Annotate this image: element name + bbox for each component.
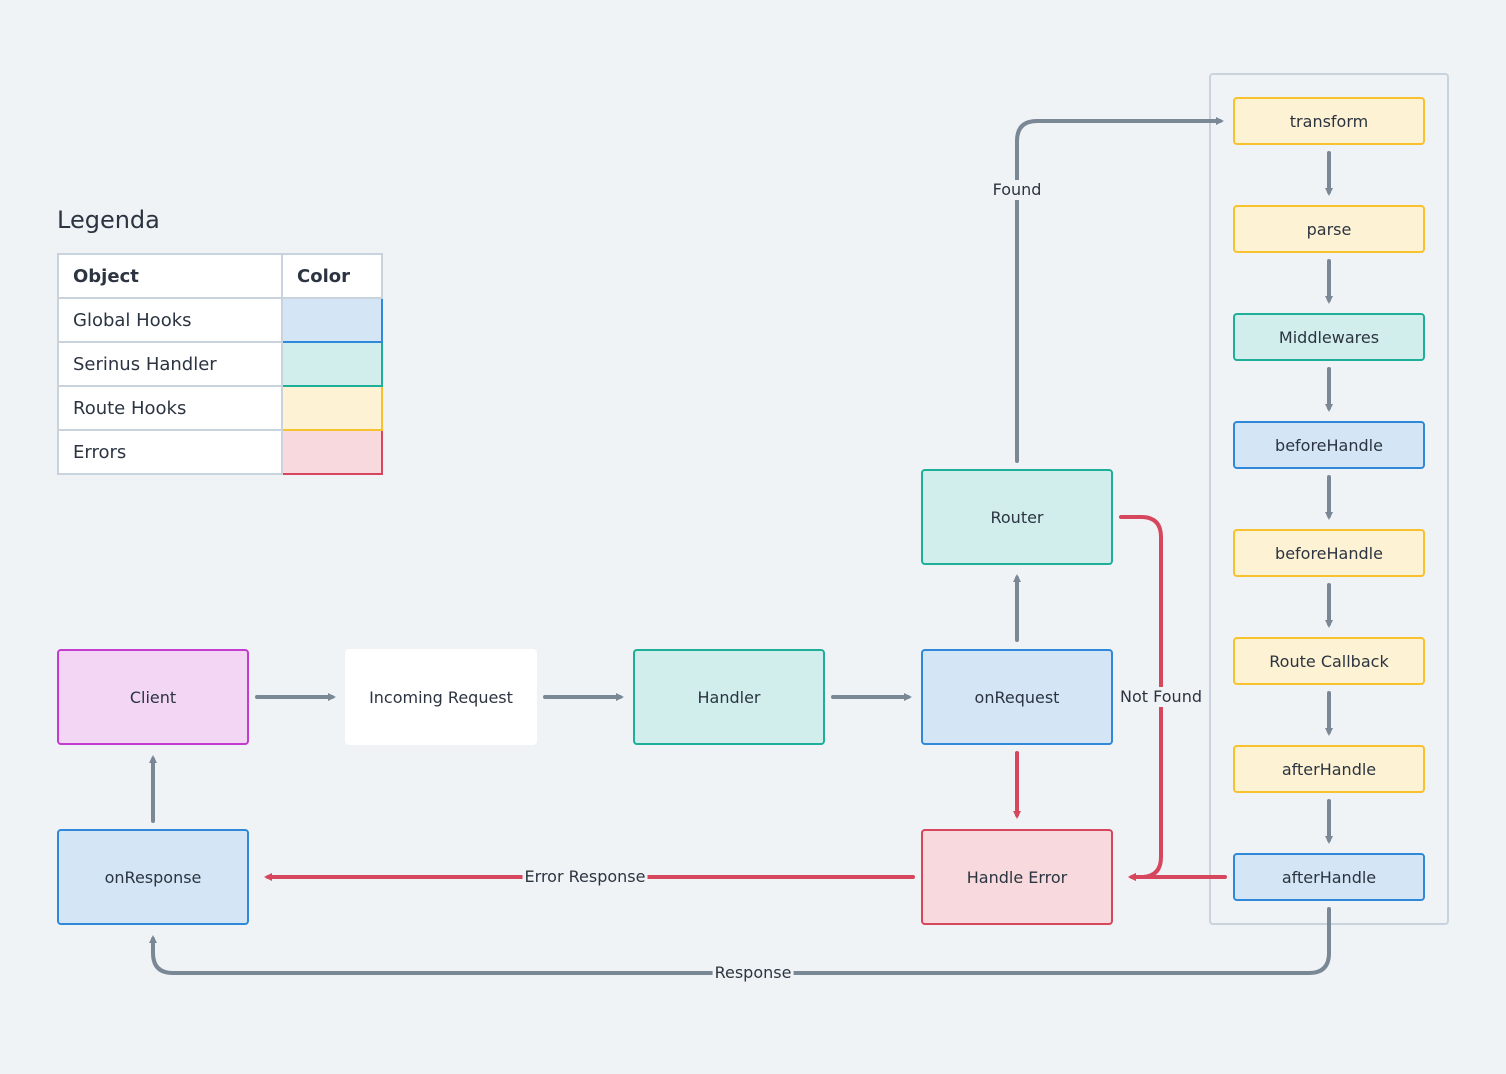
- node-label: beforeHandle: [1275, 543, 1383, 563]
- legend-title: Legenda: [57, 206, 160, 234]
- node-label: onRequest: [974, 687, 1060, 707]
- node-before-handle-global[interactable]: beforeHandle: [1233, 421, 1425, 469]
- legend-table: Object Color Global Hooks Serinus Handle…: [57, 253, 383, 475]
- legend-swatch-serinus: [281, 341, 383, 387]
- legend-header-row: Object Color: [57, 253, 383, 299]
- node-label: onResponse: [104, 867, 202, 887]
- node-handler[interactable]: Handler: [633, 649, 825, 745]
- node-label: Incoming Request: [369, 687, 513, 707]
- node-transform[interactable]: transform: [1233, 97, 1425, 145]
- node-label: afterHandle: [1281, 759, 1377, 779]
- node-label: afterHandle: [1281, 867, 1377, 887]
- node-incoming-request[interactable]: Incoming Request: [345, 649, 537, 745]
- legend-label: Global Hooks: [57, 297, 283, 343]
- node-label: transform: [1289, 111, 1369, 131]
- legend-row-route-hooks: Route Hooks: [57, 385, 383, 431]
- legend-label: Route Hooks: [57, 385, 283, 431]
- node-route-callback[interactable]: Route Callback: [1233, 637, 1425, 685]
- node-after-handle-global[interactable]: afterHandle: [1233, 853, 1425, 901]
- legend-label: Errors: [57, 429, 283, 475]
- node-before-handle-route[interactable]: beforeHandle: [1233, 529, 1425, 577]
- node-label: Route Callback: [1269, 651, 1389, 671]
- legend-header-color: Color: [281, 253, 383, 299]
- legend-swatch-error: [281, 429, 383, 475]
- edge-label-error-response: Error Response: [522, 867, 648, 887]
- node-label: beforeHandle: [1275, 435, 1383, 455]
- node-on-request[interactable]: onRequest: [921, 649, 1113, 745]
- edge-label-found: Found: [990, 180, 1044, 200]
- legend-swatch-route: [281, 385, 383, 431]
- legend-label: Serinus Handler: [57, 341, 283, 387]
- legend-row-global-hooks: Global Hooks: [57, 297, 383, 343]
- edge-label-not-found: Not Found: [1118, 687, 1204, 707]
- node-on-response[interactable]: onResponse: [57, 829, 249, 925]
- node-handle-error[interactable]: Handle Error: [921, 829, 1113, 925]
- route-lifecycle-group: [1209, 73, 1449, 925]
- legend-row-errors: Errors: [57, 429, 383, 475]
- legend-header-object: Object: [57, 253, 283, 299]
- node-after-handle-route[interactable]: afterHandle: [1233, 745, 1425, 793]
- legend-swatch-global: [281, 297, 383, 343]
- node-label: Client: [129, 687, 177, 707]
- node-label: Middlewares: [1278, 327, 1380, 347]
- node-router[interactable]: Router: [921, 469, 1113, 565]
- edge-label-response: Response: [712, 963, 794, 983]
- node-middlewares[interactable]: Middlewares: [1233, 313, 1425, 361]
- legend-row-serinus-handler: Serinus Handler: [57, 341, 383, 387]
- edge-router-found-to-transform: [1015, 117, 1224, 463]
- node-parse[interactable]: parse: [1233, 205, 1425, 253]
- node-label: Handle Error: [966, 867, 1068, 887]
- node-label: Router: [990, 507, 1044, 527]
- node-label: parse: [1306, 219, 1352, 239]
- node-label: Handler: [697, 687, 761, 707]
- node-client[interactable]: Client: [57, 649, 249, 745]
